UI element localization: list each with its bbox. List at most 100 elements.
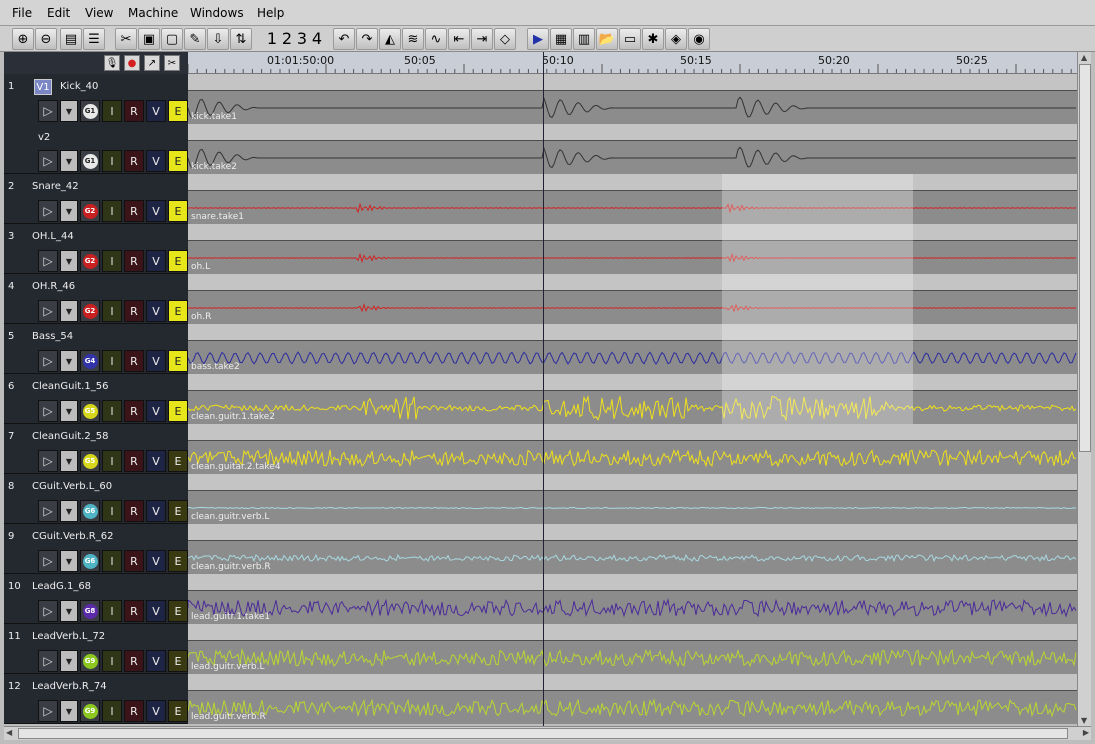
dropdown-icon[interactable]: ▼ — [60, 250, 78, 272]
edit-button[interactable]: E — [168, 300, 188, 322]
input-button[interactable]: I — [102, 200, 122, 222]
horizontal-scroll-thumb[interactable] — [18, 728, 1068, 739]
scroll-left-icon[interactable]: ◀ — [6, 728, 12, 737]
track-height-2-button[interactable]: 2 — [280, 28, 294, 50]
volume-button[interactable]: V — [146, 450, 166, 472]
meter-icon[interactable]: ▥ — [573, 28, 595, 50]
open-folder-icon[interactable]: 📂 — [596, 28, 618, 50]
play-toggle-icon[interactable]: ▷ — [38, 600, 58, 622]
track-header[interactable]: 12 LeadVerb.R_74 ▷ ▼ G9 I R V E — [4, 674, 188, 724]
play-toggle-icon[interactable]: ▷ — [38, 150, 58, 172]
input-button[interactable]: I — [102, 450, 122, 472]
horizontal-scrollbar[interactable]: ◀ ▶ — [4, 726, 1091, 740]
group-badge[interactable]: G9 — [80, 700, 100, 722]
volume-button[interactable]: V — [146, 500, 166, 522]
track-header[interactable]: 4 OH.R_46 ▷ ▼ G2 I R V E — [4, 274, 188, 324]
track-name[interactable]: Bass_54 — [32, 331, 73, 342]
track-header[interactable]: 6 CleanGuit.1_56 ▷ ▼ G5 I R V E — [4, 374, 188, 424]
globe-icon[interactable]: ◉ — [688, 28, 710, 50]
version-badge[interactable]: V1 — [34, 79, 52, 95]
group-badge[interactable]: G9 — [80, 650, 100, 672]
edit-button[interactable]: E — [168, 450, 188, 472]
clip-region[interactable]: clean.guitar.2.take4 — [188, 440, 1077, 474]
track-header[interactable]: 3 OH.L_44 ▷ ▼ G2 I R V E — [4, 224, 188, 274]
play-icon[interactable]: ▶ — [527, 28, 549, 50]
ripple-icon[interactable]: ⇅ — [230, 28, 252, 50]
vertical-scroll-thumb[interactable] — [1079, 64, 1091, 452]
envelope-icon[interactable]: ◭ — [379, 28, 401, 50]
track-header[interactable]: 5 Bass_54 ▷ ▼ G4 I R V E — [4, 324, 188, 374]
record-icon[interactable]: ● — [124, 55, 140, 71]
edit-button[interactable]: E — [168, 550, 188, 572]
dropdown-icon[interactable]: ▼ — [60, 400, 78, 422]
track-header[interactable]: 8 CGuit.Verb.L_60 ▷ ▼ G6 I R V E — [4, 474, 188, 524]
scroll-right-icon[interactable]: ▶ — [1083, 728, 1089, 737]
clip-region[interactable]: oh.L — [188, 240, 1077, 274]
menu-windows[interactable]: Windows — [190, 6, 244, 20]
edit-button[interactable]: E — [168, 150, 188, 172]
clip-region[interactable]: kick.take2 — [188, 140, 1077, 174]
track-height-4-button[interactable]: 4 — [310, 28, 324, 50]
play-toggle-icon[interactable]: ▷ — [38, 450, 58, 472]
volume-button[interactable]: V — [146, 550, 166, 572]
track-name[interactable]: CGuit.Verb.R_62 — [32, 531, 113, 542]
dropdown-icon[interactable]: ▼ — [60, 600, 78, 622]
track-header[interactable]: 9 CGuit.Verb.R_62 ▷ ▼ G6 I R V E — [4, 524, 188, 574]
volume-button[interactable]: V — [146, 700, 166, 722]
scroll-down-icon[interactable]: ▼ — [1081, 716, 1087, 725]
edit-button[interactable]: E — [168, 100, 188, 122]
edit-button[interactable]: E — [168, 200, 188, 222]
menu-help[interactable]: Help — [257, 6, 284, 20]
menu-view[interactable]: View — [85, 6, 113, 20]
volume-button[interactable]: V — [146, 400, 166, 422]
record-button[interactable]: R — [124, 100, 144, 122]
clip-region[interactable]: bass.take2 — [188, 340, 1077, 374]
insert-icon[interactable]: ⇩ — [207, 28, 229, 50]
dropdown-icon[interactable]: ▼ — [60, 200, 78, 222]
track-header[interactable]: 7 CleanGuit.2_58 ▷ ▼ G5 I R V E — [4, 424, 188, 474]
volume-button[interactable]: V — [146, 250, 166, 272]
monitor-icon[interactable]: ▭ — [619, 28, 641, 50]
scissors-icon[interactable]: ✂ — [115, 28, 137, 50]
record-button[interactable]: R — [124, 550, 144, 572]
record-button[interactable]: R — [124, 450, 144, 472]
edit-button[interactable]: E — [168, 350, 188, 372]
input-button[interactable]: I — [102, 500, 122, 522]
waveform-small-icon[interactable]: ∿ — [425, 28, 447, 50]
volume-button[interactable]: V — [146, 350, 166, 372]
input-button[interactable]: I — [102, 650, 122, 672]
group-badge[interactable]: G6 — [80, 500, 100, 522]
microphone-icon[interactable]: 🎙 — [104, 55, 120, 71]
record-button[interactable]: R — [124, 350, 144, 372]
clip-region[interactable]: clean.guitr.verb.L — [188, 490, 1077, 524]
record-button[interactable]: R — [124, 150, 144, 172]
layers-icon[interactable]: ◈ — [665, 28, 687, 50]
play-toggle-icon[interactable]: ▷ — [38, 200, 58, 222]
redo-icon[interactable]: ↷ — [356, 28, 378, 50]
track-header[interactable]: 10 LeadG.1_68 ▷ ▼ G8 I R V E — [4, 574, 188, 624]
edit-button[interactable]: E — [168, 650, 188, 672]
group-badge[interactable]: G2 — [80, 200, 100, 222]
diamond-icon[interactable]: ◇ — [494, 28, 516, 50]
edit-button[interactable]: E — [168, 600, 188, 622]
clip-region[interactable]: lead.guitr.verb.R — [188, 690, 1077, 724]
track-header[interactable]: 11 LeadVerb.L_72 ▷ ▼ G9 I R V E — [4, 624, 188, 674]
play-toggle-icon[interactable]: ▷ — [38, 100, 58, 122]
dropdown-icon[interactable]: ▼ — [60, 100, 78, 122]
edit-button[interactable]: E — [168, 700, 188, 722]
track-height-3-button[interactable]: 3 — [295, 28, 309, 50]
edit-button[interactable]: E — [168, 250, 188, 272]
group-badge[interactable]: G2 — [80, 250, 100, 272]
copy-track-icon[interactable]: ▢ — [161, 28, 183, 50]
play-toggle-icon[interactable]: ▷ — [38, 700, 58, 722]
mixer-icon[interactable]: ▦ — [550, 28, 572, 50]
input-button[interactable]: I — [102, 600, 122, 622]
timeline-ruler[interactable]: 01:01:50:00 50:05 50:10 50:15 50:20 50:2… — [188, 52, 1077, 74]
dropdown-icon[interactable]: ▼ — [60, 150, 78, 172]
waveform-icon[interactable]: ≋ — [402, 28, 424, 50]
track-name[interactable]: OH.L_44 — [32, 231, 74, 242]
input-button[interactable]: I — [102, 550, 122, 572]
clip-region[interactable]: kick.take1 — [188, 90, 1077, 124]
track-name[interactable]: LeadG.1_68 — [32, 581, 91, 592]
record-button[interactable]: R — [124, 300, 144, 322]
